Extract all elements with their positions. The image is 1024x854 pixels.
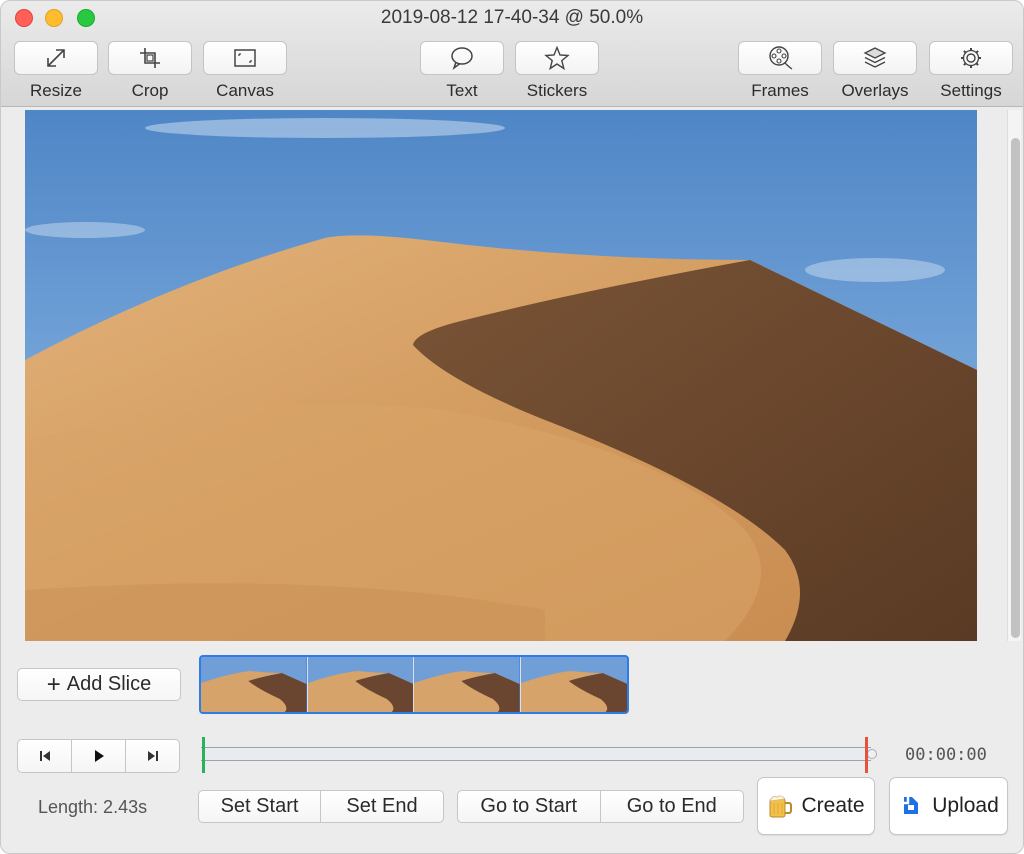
playback-controls <box>17 739 180 773</box>
canvas-icon <box>234 49 256 67</box>
timecode-display: 00:00:00 <box>905 745 987 765</box>
overlays-label: Overlays <box>841 81 909 100</box>
go-to-end-button[interactable]: Go to End <box>601 791 744 822</box>
resize-tool[interactable]: Resize <box>14 41 98 101</box>
canvas-button[interactable] <box>203 41 287 75</box>
upload-button[interactable]: Upload <box>889 777 1008 835</box>
frame-preview[interactable] <box>25 110 977 641</box>
settings-tool[interactable]: Settings <box>929 41 1013 101</box>
crop-tool[interactable]: Crop <box>108 41 192 101</box>
window-title: 2019-08-12 17-40-34 @ 50.0% <box>380 7 644 28</box>
plus-icon: + <box>46 670 61 698</box>
go-to-start-button[interactable]: Go to Start <box>458 791 601 822</box>
skip-to-start-button[interactable] <box>18 740 72 772</box>
end-marker[interactable] <box>865 737 868 773</box>
settings-label: Settings <box>940 81 1002 100</box>
stickers-button[interactable] <box>515 41 599 75</box>
stickers-label: Stickers <box>526 81 588 100</box>
resize-icon <box>47 49 65 67</box>
skip-forward-icon <box>147 751 158 761</box>
overlays-tool[interactable]: Overlays <box>833 41 917 101</box>
dune-thumbnail-icon <box>414 657 520 712</box>
title-bar: 2019-08-12 17-40-34 @ 50.0% Resize Crop <box>1 1 1023 107</box>
text-tool[interactable]: Text <box>420 41 504 101</box>
settings-button[interactable] <box>929 41 1013 75</box>
play-button[interactable] <box>72 740 126 772</box>
text-button[interactable] <box>420 41 504 75</box>
frames-label: Frames <box>751 81 809 100</box>
slice-thumbnail[interactable] <box>414 657 521 712</box>
set-start-button[interactable]: Set Start <box>199 791 321 822</box>
resize-button[interactable] <box>14 41 98 75</box>
overlays-button[interactable] <box>833 41 917 75</box>
layers-icon <box>863 47 887 68</box>
dune-thumbnail-icon <box>201 657 307 712</box>
giphy-logo-icon <box>902 797 919 814</box>
set-end-button[interactable]: Set End <box>321 791 443 822</box>
dune-thumbnail-icon <box>520 657 627 712</box>
length-label: Length: 2.43s <box>38 797 148 817</box>
add-slice-button[interactable]: + Add Slice <box>17 668 181 701</box>
speech-bubble-icon <box>451 47 473 71</box>
dune-thumbnail-icon <box>307 657 413 712</box>
canvas-tool[interactable]: Canvas <box>203 41 287 101</box>
slice-thumbnail[interactable] <box>520 657 627 712</box>
gear-icon <box>961 48 981 68</box>
create-button[interactable]: Create <box>757 777 875 835</box>
crop-icon <box>140 48 160 68</box>
timeline-bar <box>201 747 871 761</box>
app-window: 2019-08-12 17-40-34 @ 50.0% Resize Crop <box>0 0 1024 854</box>
play-icon <box>94 750 104 762</box>
desert-dune-image <box>25 110 977 641</box>
skip-to-end-button[interactable] <box>126 740 179 772</box>
star-icon <box>544 45 570 71</box>
slice-strip[interactable] <box>199 655 629 714</box>
film-reel-icon <box>769 46 793 70</box>
timeline-end-cap <box>867 749 877 759</box>
canvas-area <box>1 108 1023 648</box>
create-label: Create <box>801 794 865 817</box>
slice-thumbnail[interactable] <box>201 657 308 712</box>
skip-back-icon <box>39 751 50 761</box>
start-marker[interactable] <box>202 737 205 773</box>
crop-button[interactable] <box>108 41 192 75</box>
beer-mug-icon <box>769 795 793 818</box>
frames-tool[interactable]: Frames <box>738 41 822 101</box>
upload-label: Upload <box>932 794 999 817</box>
crop-label: Crop <box>131 81 169 100</box>
vertical-scrollbar[interactable] <box>1007 110 1021 641</box>
vertical-scrollbar-thumb[interactable] <box>1011 138 1020 638</box>
set-range-group: Set Start Set End <box>198 790 444 823</box>
resize-label: Resize <box>30 81 82 100</box>
slice-thumbnail[interactable] <box>307 657 414 712</box>
text-label: Text <box>446 81 478 100</box>
stickers-tool[interactable]: Stickers <box>515 41 599 101</box>
timeline-track[interactable] <box>199 737 877 773</box>
add-slice-label: Add Slice <box>66 673 152 695</box>
canvas-label: Canvas <box>216 81 274 100</box>
frames-button[interactable] <box>738 41 822 75</box>
goto-group: Go to Start Go to End <box>457 790 744 823</box>
